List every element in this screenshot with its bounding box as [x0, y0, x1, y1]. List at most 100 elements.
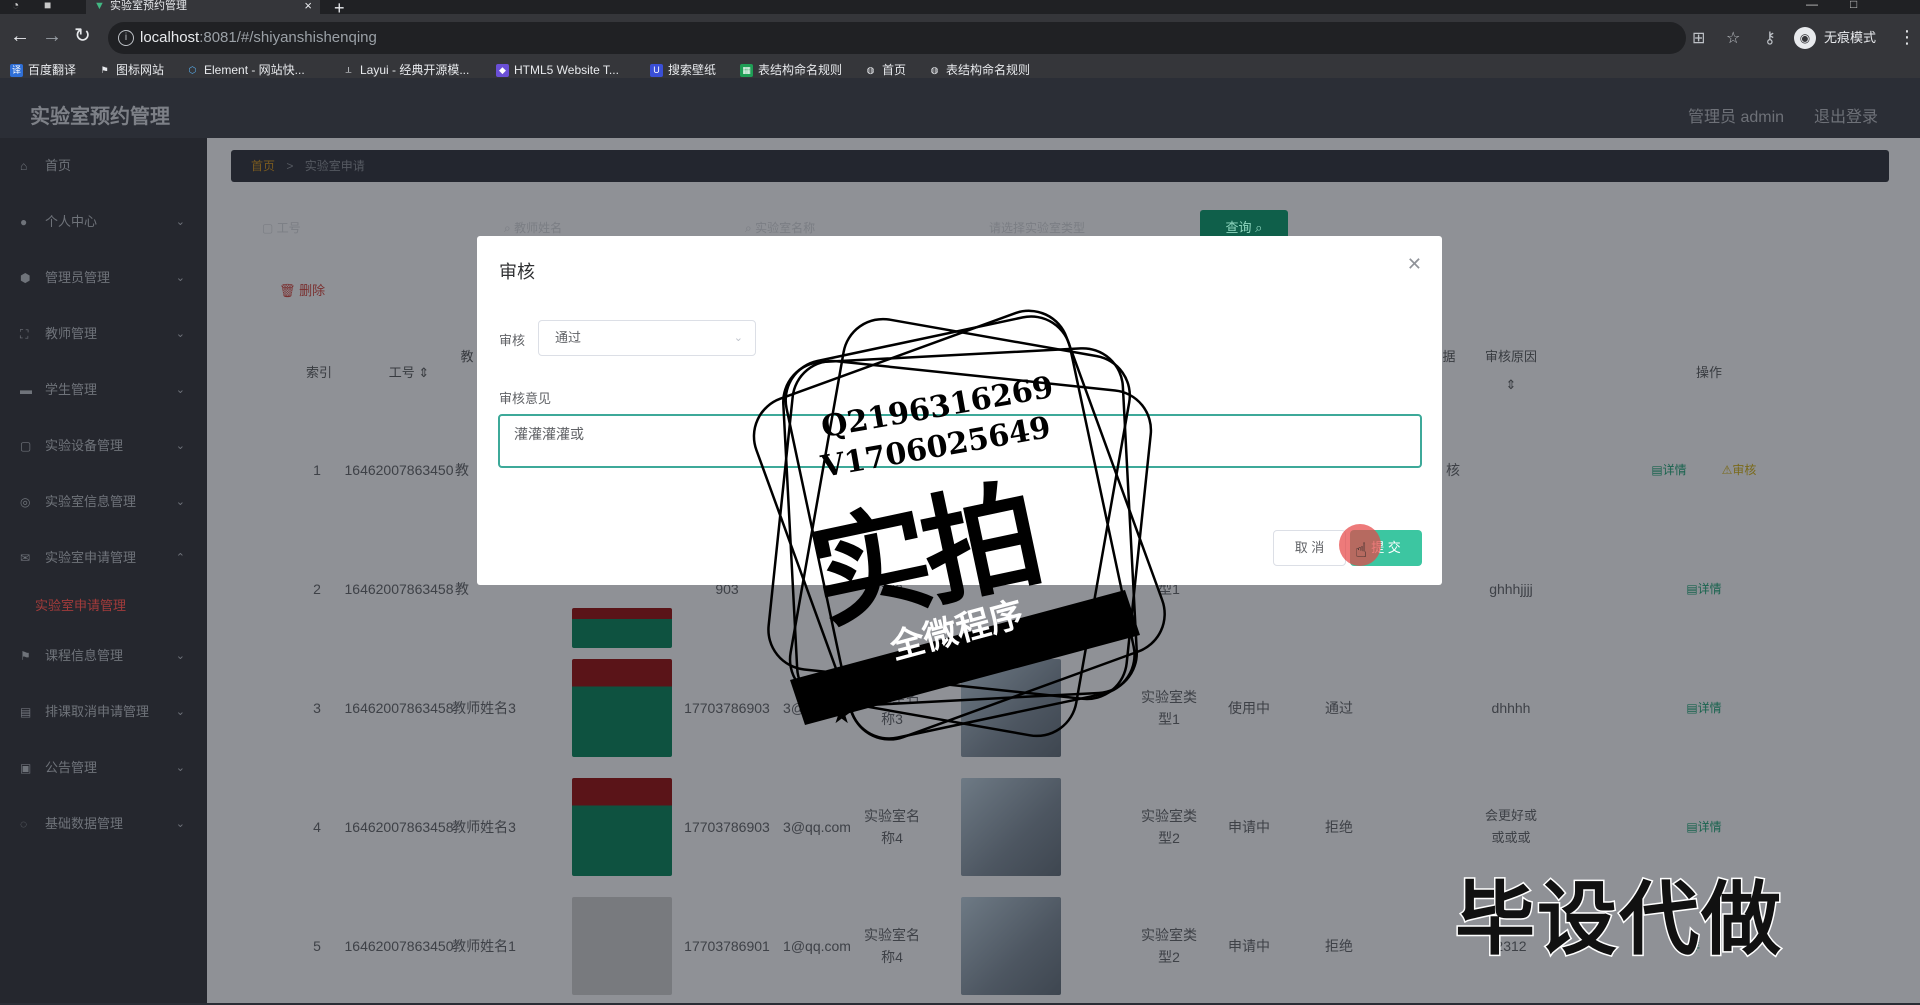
briefcase-icon: ▤ [20, 705, 32, 719]
doc-icon: ▤ [1686, 819, 1698, 834]
chevron-down-icon: ⌄ [175, 384, 185, 396]
tab-close-icon[interactable]: × [304, 0, 312, 12]
incognito-label: 无痕模式 [1824, 30, 1877, 45]
browser-tab-strip: ◔ ■ ▼ 实验室预约管理 × + — □ [0, 0, 1920, 18]
forward-icon[interactable]: → [42, 26, 62, 46]
bookmark-item[interactable]: ⟂ Layui - 经典开源模... [342, 62, 469, 78]
sidebar-item-lab-info[interactable]: ◎ 实验室信息管理 ⌄ [0, 474, 207, 530]
key-icon[interactable]: ⚷ [1764, 28, 1776, 48]
search-icon: ⌕ [504, 221, 515, 235]
chevron-down-icon: ⌄ [175, 706, 185, 718]
filter-icon: ▢ [262, 221, 277, 235]
incognito-icon: ◉ [1794, 27, 1816, 49]
teacher-photo [572, 896, 672, 995]
bookmark-item[interactable]: 译百度翻译 [10, 62, 76, 78]
browser-menu-icon[interactable]: ◔ [12, 0, 19, 12]
chevron-down-icon: ⌄ [175, 762, 185, 774]
detail-button[interactable]: ▤ 详情 [1639, 410, 1699, 529]
element-bookmark-icon: ⬡ [188, 65, 197, 75]
sidebar: ⌂ 首页 ● 个人中心 ⌄ ⬢ 管理员管理 ⌄ ⛶ 教师管理 ⌄ ▬ 学生管理 ⌄ ▢ 实验设备管理… [0, 138, 207, 1003]
breadcrumb-separator: > [286, 159, 294, 173]
app-header: 实验室预约管理 管理员 admin 退出登录 [0, 78, 1920, 138]
svg-text:★: ★ [830, 700, 853, 730]
sidebar-item-students[interactable]: ▬ 学生管理 ⌄ [0, 362, 207, 418]
sidebar-item-lab-apply[interactable]: ✉ 实验室申请管理 ⌃ [0, 530, 207, 586]
watermark-stamp: ★ ★ Q2196316269 V1706025649 实拍 全微程序 [720, 285, 1200, 770]
site-info-icon[interactable]: i [118, 30, 134, 46]
col-gonghao[interactable]: 工号 ⇕ [359, 338, 459, 408]
sidebar-subitem-lab-apply[interactable]: 实验室申请管理 [0, 586, 207, 626]
bookmark-item[interactable]: ▦ 表结构命名规则 [740, 62, 842, 78]
sidebar-item-courses[interactable]: ⚑ 课程信息管理 ⌄ [0, 628, 207, 684]
bookmark-item[interactable]: U 搜索壁纸 [650, 62, 716, 78]
app-title: 实验室预约管理 [30, 106, 170, 128]
wallpaper-bookmark-icon: U [650, 64, 663, 77]
col-index: 索引 [305, 365, 332, 380]
bookmark-item[interactable]: ◍ 表结构命名规则 [928, 62, 1030, 78]
teacher-icon: ⛶ [20, 327, 29, 341]
sidebar-item-teachers[interactable]: ⛶ 教师管理 ⌄ [0, 306, 207, 362]
sidebar-item-profile[interactable]: ● 个人中心 ⌄ [0, 194, 207, 250]
chevron-down-icon: ⌄ [175, 272, 185, 284]
row-gonghao: 16462007863450 [344, 461, 454, 478]
bookmark-item[interactable]: ◍ 首页 [864, 62, 906, 78]
logout-link[interactable]: 退出登录 [1814, 103, 1878, 127]
bookmark-item[interactable]: ◆ HTML5 Website T... [496, 62, 619, 78]
col-ops: 操作 [1695, 365, 1722, 380]
bookmark-item[interactable]: ⬡ Element - 网站快... [186, 62, 305, 78]
audit-select-value: 通过 [555, 330, 582, 345]
chevron-down-icon: ⌄ [175, 440, 185, 452]
cancel-button[interactable]: 取 消 [1273, 530, 1346, 566]
window-icon[interactable]: ■ [44, 0, 51, 12]
translate-bookmark-icon: 译 [10, 64, 23, 77]
url-host: localhost [140, 29, 200, 46]
audit-button[interactable]: ⚠ 审核 [1709, 410, 1769, 529]
delete-button[interactable]: 🗑︎ 删除 [279, 280, 325, 299]
sidebar-item-base-data[interactable]: ◌ 基础数据管理 ⌄ [0, 796, 207, 852]
detail-button[interactable]: ▤ 详情 [1674, 529, 1734, 648]
more-menu-icon[interactable]: ⋮ [1898, 27, 1916, 48]
back-icon[interactable]: ← [10, 26, 30, 46]
flag-icon: ⚑ [20, 649, 31, 663]
teacher-photo [572, 658, 672, 757]
vue-favicon-icon: ▼ [94, 0, 105, 12]
sidebar-item-cancel-apply[interactable]: ▤ 排课取消申请管理 ⌄ [0, 684, 207, 740]
sidebar-item-home[interactable]: ⌂ 首页 [0, 138, 207, 194]
address-bar: ← → ↻ i localhost:8081/#/shiyanshishenqi… [0, 14, 1920, 62]
svg-text:★: ★ [1100, 607, 1123, 637]
url-input[interactable]: i localhost:8081/#/shiyanshishenqing [108, 22, 1686, 54]
warning-icon: ⚠ [1721, 462, 1733, 477]
audit-label: 审核 [499, 333, 526, 348]
translate-icon[interactable]: ⊞ [1692, 28, 1705, 48]
breadcrumb-current: 实验室申请 [304, 159, 365, 173]
layui-bookmark-icon: ⟂ [345, 65, 352, 75]
doc-icon: ▤ [1651, 462, 1663, 477]
url-path: :8081/#/shiyanshishenqing [199, 29, 377, 46]
browser-tab[interactable]: ▼ 实验室预约管理 × [86, 0, 320, 14]
mail-icon: ✉ [20, 551, 31, 565]
reload-icon[interactable]: ↻ [74, 26, 91, 46]
user-icon: ● [20, 215, 28, 229]
admin-user: 管理员 admin [1688, 109, 1785, 126]
tab-title: 实验室预约管理 [110, 0, 187, 12]
trash-icon: 🗑︎ [279, 283, 300, 298]
sidebar-item-notices[interactable]: ▣ 公告管理 ⌄ [0, 740, 207, 796]
search-icon: ⌕ [1255, 220, 1263, 235]
breadcrumb-home[interactable]: 首页 [251, 159, 275, 173]
sidebar-item-equipment[interactable]: ▢ 实验设备管理 ⌄ [0, 418, 207, 474]
sort-icon: ⇕ [418, 365, 430, 380]
sidebar-item-admins[interactable]: ⬢ 管理员管理 ⌄ [0, 250, 207, 306]
bookmark-item[interactable]: ⚑ 图标网站 [98, 62, 164, 78]
maximize-icon[interactable]: □ [1850, 0, 1857, 11]
student-icon: ▬ [20, 383, 32, 397]
minimize-icon[interactable]: — [1806, 0, 1818, 11]
hand-cursor-icon: ☝ [1355, 540, 1368, 562]
html5-bookmark-icon: ◆ [496, 64, 509, 77]
gonghao-input[interactable]: ▢ 工号 [262, 212, 301, 244]
flag-bookmark-icon: ⚑ [100, 65, 109, 75]
shield-icon: ⬢ [20, 271, 31, 285]
close-icon[interactable]: ✕ [1407, 254, 1422, 275]
bookmark-star-icon[interactable]: ☆ [1726, 28, 1740, 48]
incognito-indicator[interactable]: ◉ 无痕模式 [1794, 24, 1876, 52]
detail-button[interactable]: ▤ 详情 [1674, 648, 1734, 767]
